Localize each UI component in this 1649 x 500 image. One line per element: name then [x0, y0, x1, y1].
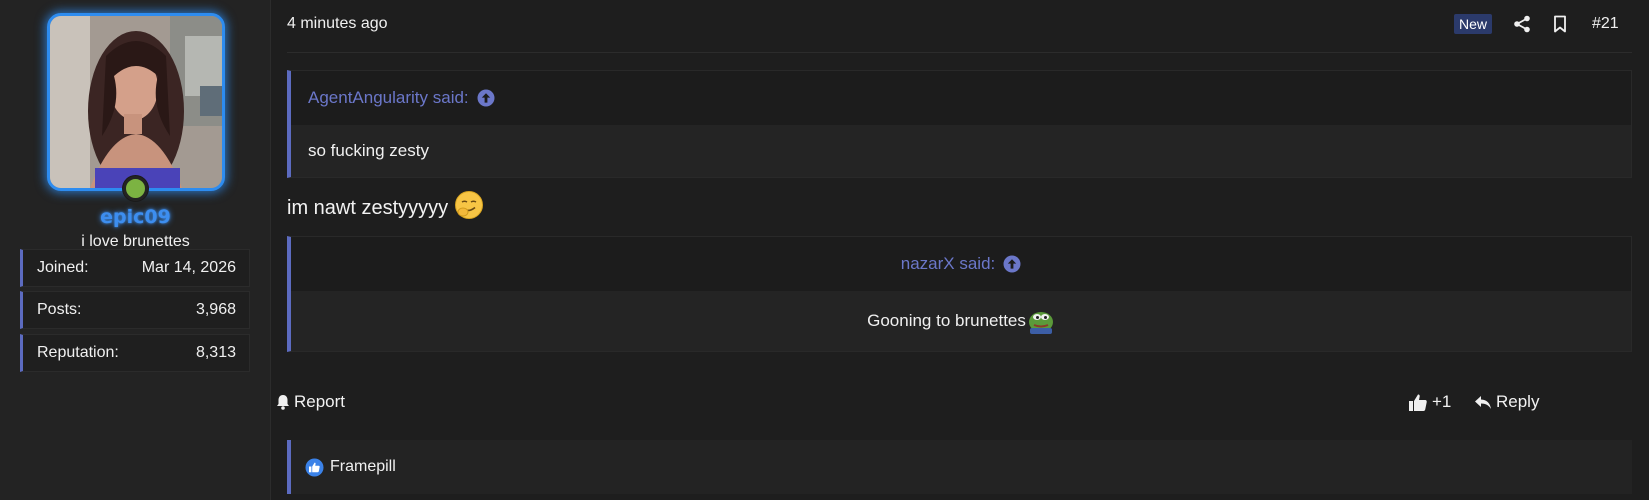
user-panel: epic09 i love brunettes Joined: Mar 14, … [0, 0, 271, 500]
like-reaction-icon [305, 458, 324, 477]
report-label: Report [294, 392, 346, 411]
quote-header[interactable]: nazarX said: [291, 237, 1631, 291]
stat-label: Reputation: [37, 344, 119, 361]
post-text: im nawt zestyyyyy [287, 196, 449, 219]
quote-text: so fucking zesty [308, 141, 429, 160]
stat-value: Mar 14, 2026 [141, 259, 236, 276]
quote-content: Gooning to brunettes [291, 291, 1631, 351]
pepe-emoji-icon [1027, 308, 1055, 334]
arrow-up-circle-icon[interactable] [477, 89, 495, 107]
stat-reputation: Reputation: 8,313 [20, 334, 250, 372]
stat-posts: Posts: 3,968 [20, 291, 250, 329]
stat-value: 8,313 [195, 344, 236, 361]
like-button[interactable]: +1 [1408, 392, 1451, 412]
stat-label: Joined: [37, 259, 89, 276]
reaction-user[interactable]: Framepill [330, 458, 396, 476]
header-divider [287, 52, 1632, 53]
quote-author[interactable]: nazarX said: [901, 254, 996, 274]
avatar[interactable] [47, 13, 225, 191]
post-body: 4 minutes ago New #21 AgentAngularity sa… [272, 0, 1649, 500]
share-icon[interactable] [1512, 14, 1532, 34]
arrow-up-circle-icon[interactable] [1003, 255, 1021, 273]
quote-block: AgentAngularity said: so fucking zesty [287, 70, 1632, 178]
stat-label: Posts: [37, 301, 82, 318]
reply-arrow-icon [1474, 395, 1492, 410]
online-status-indicator [123, 176, 148, 201]
post-number[interactable]: #21 [1592, 15, 1619, 33]
new-badge: New [1454, 14, 1493, 34]
quote-content: so fucking zesty [291, 125, 1631, 177]
quote-block: nazarX said: Gooning to brunettes [287, 236, 1632, 352]
reply-label: Reply [1496, 392, 1540, 411]
quote-author[interactable]: AgentAngularity said: [308, 88, 469, 108]
post-timestamp[interactable]: 4 minutes ago [287, 15, 388, 33]
stat-joined: Joined: Mar 14, 2026 [20, 249, 250, 287]
reply-button[interactable]: Reply [1474, 392, 1539, 412]
like-count: +1 [1432, 392, 1452, 411]
bookmark-icon[interactable] [1550, 14, 1570, 34]
stat-value: 3,968 [195, 301, 236, 318]
quote-text: Gooning to brunettes [867, 311, 1026, 330]
report-button[interactable]: Report [276, 392, 345, 412]
post-message: im nawt zestyyyyy [287, 190, 484, 226]
quote-header[interactable]: AgentAngularity said: [291, 71, 1631, 125]
username[interactable]: epic09 [0, 206, 271, 228]
bell-icon [276, 394, 290, 410]
thumbs-up-icon [1408, 393, 1428, 412]
reactions-bar: Framepill [287, 440, 1632, 494]
smirk-emoji-icon [454, 190, 484, 226]
